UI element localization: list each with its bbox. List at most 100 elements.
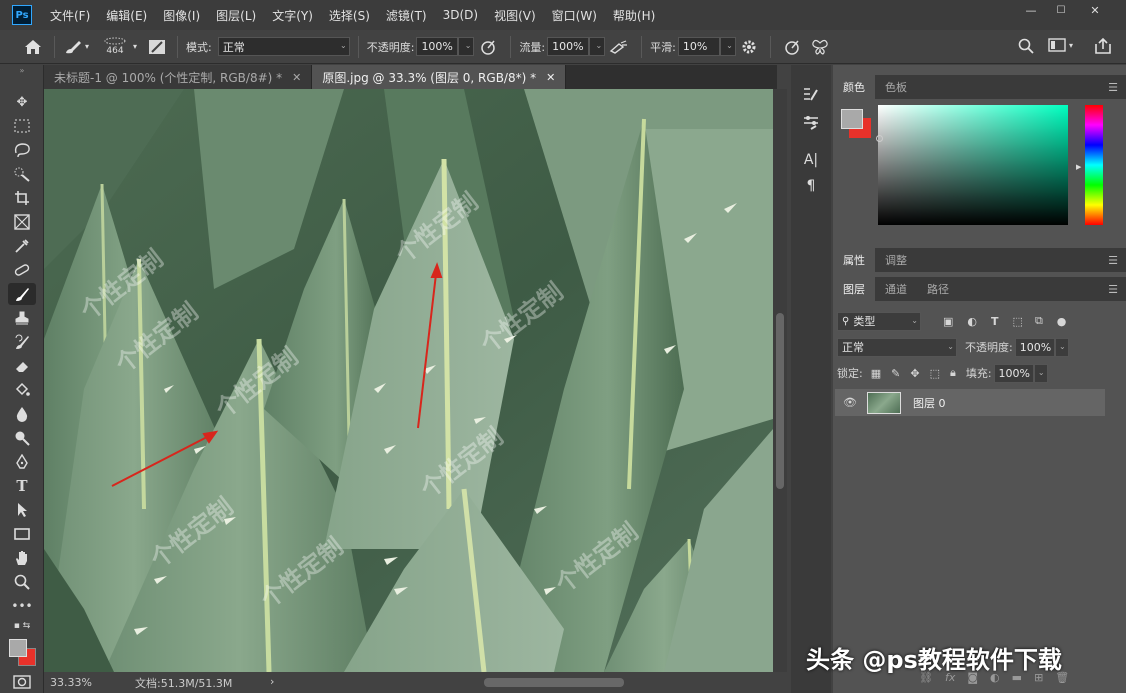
marquee-tool-icon[interactable] bbox=[8, 115, 36, 137]
lock-position-icon[interactable]: ✥ bbox=[910, 367, 919, 380]
type-filter-icon[interactable]: T bbox=[991, 315, 999, 328]
tab-original-jpg[interactable]: 原图.jpg @ 33.3% (图层 0, RGB/8*) * ✕ bbox=[312, 65, 567, 89]
brush-settings-icon[interactable] bbox=[145, 39, 169, 55]
lock-pixels-icon[interactable]: ✎ bbox=[891, 367, 900, 380]
menu-type[interactable]: 文字(Y) bbox=[264, 7, 321, 24]
menu-3d[interactable]: 3D(D) bbox=[435, 8, 486, 22]
quick-mask-icon[interactable] bbox=[8, 671, 36, 693]
menu-image[interactable]: 图像(I) bbox=[155, 7, 208, 24]
smoothing-dropdown[interactable]: ⌄ bbox=[719, 37, 736, 56]
search-icon[interactable] bbox=[1018, 38, 1038, 54]
tab-adjustments[interactable]: 调整 bbox=[875, 248, 917, 272]
tab-untitled-1[interactable]: 未标题-1 @ 100% (个性定制, RGB/8#) * ✕ bbox=[44, 65, 313, 89]
history-panel-icon[interactable] bbox=[799, 83, 823, 105]
character-panel-icon[interactable]: A| bbox=[799, 149, 823, 171]
brush-tool-icon[interactable] bbox=[8, 283, 36, 305]
brush-size-picker[interactable]: 464 bbox=[97, 36, 133, 57]
menu-layer[interactable]: 图层(L) bbox=[208, 7, 264, 24]
opacity-input[interactable]: 100% bbox=[416, 37, 459, 56]
menu-view[interactable]: 视图(V) bbox=[486, 7, 544, 24]
panel-menu-icon[interactable]: ☰ bbox=[1108, 81, 1118, 94]
home-icon[interactable] bbox=[20, 39, 46, 55]
blend-mode-select[interactable]: 正常 ⌄ bbox=[217, 37, 350, 56]
share-icon[interactable] bbox=[1094, 37, 1114, 54]
menu-window[interactable]: 窗口(W) bbox=[544, 7, 605, 24]
workspace-icon[interactable]: ▾ bbox=[1048, 38, 1076, 52]
foreground-color-swatch[interactable] bbox=[9, 639, 27, 657]
maximize-button[interactable]: ☐ bbox=[1046, 0, 1076, 20]
minimize-button[interactable]: — bbox=[1016, 0, 1046, 20]
tab-paths[interactable]: 路径 bbox=[917, 277, 959, 301]
swap-colors-icon[interactable]: ▪ ⇆ bbox=[8, 619, 36, 633]
layer-opacity-dropdown[interactable]: ⌄ bbox=[1054, 337, 1069, 357]
eyedropper-tool-icon[interactable] bbox=[8, 235, 36, 257]
eraser-tool-icon[interactable] bbox=[8, 355, 36, 377]
color-picker-handle[interactable] bbox=[876, 135, 883, 142]
filter-toggle-icon[interactable]: ● bbox=[1057, 315, 1067, 328]
panel-menu-icon[interactable]: ☰ bbox=[1108, 254, 1118, 267]
panel-foreground-swatch[interactable] bbox=[841, 109, 863, 129]
tab-properties[interactable]: 属性 bbox=[833, 248, 875, 272]
zoom-level[interactable]: 33.33% bbox=[50, 676, 130, 689]
tab-color[interactable]: 颜色 bbox=[833, 75, 875, 99]
shape-filter-icon[interactable]: ⬚ bbox=[1013, 315, 1023, 328]
smart-object-filter-icon[interactable]: ⧉ bbox=[1035, 314, 1043, 328]
tab-swatches[interactable]: 色板 bbox=[875, 75, 917, 99]
airbrush-icon[interactable] bbox=[605, 39, 633, 55]
gear-icon[interactable] bbox=[736, 39, 762, 55]
healing-brush-tool-icon[interactable] bbox=[8, 259, 36, 281]
lock-artboard-icon[interactable]: ⬚ bbox=[930, 367, 940, 380]
more-tools-icon[interactable]: ••• bbox=[8, 595, 36, 617]
vertical-scrollbar[interactable] bbox=[773, 89, 787, 672]
tab-channels[interactable]: 通道 bbox=[875, 277, 917, 301]
layer-name[interactable]: 图层 0 bbox=[913, 395, 946, 411]
lock-all-icon[interactable]: 🔒︎ bbox=[950, 366, 956, 380]
document-canvas[interactable]: 个性定制 个性定制 个性定制 个性定制 个性定制 个性定制 个性定制 个性定制 … bbox=[44, 89, 773, 672]
zoom-tool-icon[interactable] bbox=[8, 571, 36, 593]
blur-tool-icon[interactable] bbox=[8, 403, 36, 425]
brush-preset-picker[interactable]: ▾ bbox=[63, 39, 97, 55]
symmetry-butterfly-icon[interactable] bbox=[805, 39, 835, 55]
eye-visibility-icon[interactable]: 👁︎ bbox=[843, 396, 857, 409]
tab-layers[interactable]: 图层 bbox=[833, 277, 875, 301]
pixel-filter-icon[interactable]: ▣ bbox=[943, 315, 953, 328]
layer-filter-select[interactable]: ⚲ 类型 ⌄ bbox=[837, 311, 921, 331]
type-tool-icon[interactable]: T bbox=[8, 475, 36, 497]
move-tool-icon[interactable]: ✥ bbox=[8, 91, 36, 113]
paint-bucket-tool-icon[interactable] bbox=[8, 379, 36, 401]
close-icon[interactable]: ✕ bbox=[292, 71, 301, 84]
fill-dropdown[interactable]: ⌄ bbox=[1033, 363, 1048, 383]
collapse-icon[interactable]: » bbox=[8, 65, 36, 75]
hue-slider[interactable] bbox=[1085, 105, 1103, 225]
menu-filter[interactable]: 滤镜(T) bbox=[378, 7, 435, 24]
opacity-dropdown[interactable]: ⌄ bbox=[458, 37, 475, 56]
adjustment-filter-icon[interactable]: ◐ bbox=[967, 315, 977, 328]
menu-file[interactable]: 文件(F) bbox=[42, 7, 98, 24]
menu-edit[interactable]: 编辑(E) bbox=[98, 7, 155, 24]
menu-help[interactable]: 帮助(H) bbox=[605, 7, 663, 24]
hand-tool-icon[interactable] bbox=[8, 547, 36, 569]
pen-tool-icon[interactable] bbox=[8, 451, 36, 473]
layer-blend-mode-select[interactable]: 正常 ⌄ bbox=[837, 337, 957, 357]
frame-tool-icon[interactable] bbox=[8, 211, 36, 233]
close-icon[interactable]: ✕ bbox=[546, 71, 555, 84]
quick-selection-tool-icon[interactable] bbox=[8, 163, 36, 185]
flow-input[interactable]: 100% bbox=[547, 37, 590, 56]
scrollbar-thumb[interactable] bbox=[776, 313, 784, 489]
status-more-button[interactable]: › bbox=[270, 675, 274, 688]
rectangle-tool-icon[interactable] bbox=[8, 523, 36, 545]
clone-stamp-tool-icon[interactable] bbox=[8, 307, 36, 329]
close-button[interactable]: ✕ bbox=[1080, 0, 1110, 20]
paragraph-panel-icon[interactable]: ¶ bbox=[799, 175, 823, 197]
history-brush-tool-icon[interactable] bbox=[8, 331, 36, 353]
lock-transparent-icon[interactable]: ▦ bbox=[871, 367, 881, 380]
path-selection-tool-icon[interactable] bbox=[8, 499, 36, 521]
brush-settings-panel-icon[interactable] bbox=[799, 111, 823, 133]
layer-opacity-input[interactable]: 100% bbox=[1014, 337, 1055, 357]
flow-dropdown[interactable]: ⌄ bbox=[589, 37, 606, 56]
color-field[interactable] bbox=[878, 105, 1068, 225]
chevron-down-icon[interactable]: ▾ bbox=[133, 42, 145, 51]
horizontal-scrollbar-thumb[interactable] bbox=[484, 678, 624, 687]
dodge-tool-icon[interactable] bbox=[8, 427, 36, 449]
pressure-opacity-icon[interactable] bbox=[474, 39, 502, 55]
